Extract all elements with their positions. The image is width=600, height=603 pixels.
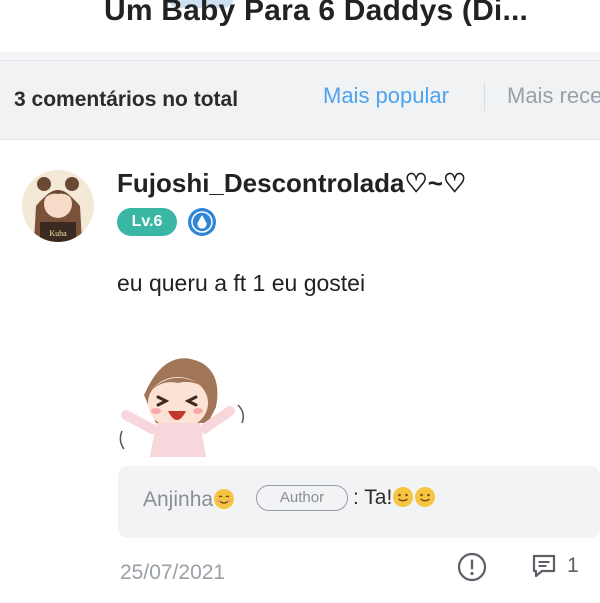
reply-message-text: : Ta! <box>353 486 393 509</box>
level-badge: Lv.6 <box>117 208 177 236</box>
reply-author-line: Anjinha <box>143 488 235 512</box>
reply-message: : Ta! <box>353 486 436 510</box>
comment-filter-bar: 3 comentários no total Mais popular Mais… <box>0 60 600 140</box>
smiling-face-emoji-icon <box>415 487 436 507</box>
author-tag: Author <box>256 485 348 511</box>
reply-author-name[interactable]: Anjinha <box>143 488 213 511</box>
post-title: Um Baby Para 6 Daddys (Di... <box>104 0 529 27</box>
sort-recent-tab[interactable]: Mais rece <box>507 83 600 109</box>
comment-count: 3 comentários no total <box>14 88 239 111</box>
blue-drop-badge-icon <box>188 208 216 236</box>
comment-date: 25/07/2021 <box>120 561 226 584</box>
comment-card: Kuha Fujoshi_Descontrolada♡~♡ Lv.6 eu qu… <box>0 140 600 603</box>
sort-popular-tab[interactable]: Mais popular <box>323 83 449 109</box>
smiling-face-emoji-icon <box>393 487 414 507</box>
exclamation-circle-icon[interactable] <box>457 552 487 582</box>
sort-divider <box>484 83 485 111</box>
avatar[interactable]: Kuha <box>22 170 94 242</box>
post-header: Um Baby Para 6 Daddys (Di... <box>0 0 600 52</box>
comment-text: eu queru a ft 1 eu gostei <box>117 270 366 296</box>
happy-chibi-sticker <box>116 345 248 457</box>
comment-username[interactable]: Fujoshi_Descontrolada♡~♡ <box>117 168 466 199</box>
reply-count: 1 <box>567 554 579 577</box>
svg-text:Kuha: Kuha <box>49 229 67 238</box>
anime-girl-avatar-icon: Kuha <box>22 170 94 242</box>
comment-bubble-icon[interactable] <box>530 552 558 580</box>
reply-preview[interactable]: Anjinha Author : Ta! <box>118 466 600 538</box>
smiling-face-emoji-icon <box>214 489 235 509</box>
